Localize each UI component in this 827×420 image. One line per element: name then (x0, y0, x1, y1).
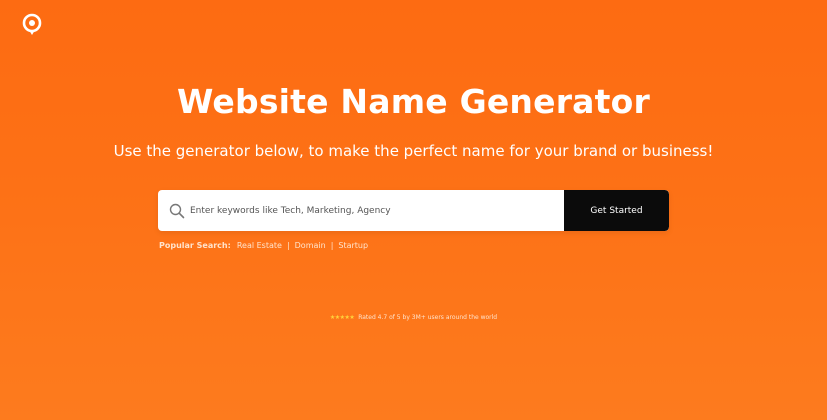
page-title: Website Name Generator (177, 82, 650, 121)
popular-searches: Popular Search: Real Estate | Domain | S… (159, 241, 368, 250)
search-bar: Get Started (158, 190, 669, 231)
search-input[interactable] (190, 205, 550, 216)
rating-text: Rated 4.7 of 5 by 3M+ users around the w… (358, 314, 498, 321)
search-icon (169, 203, 185, 219)
search-field[interactable] (158, 190, 564, 231)
rating-stars-icon: ★★★★★ (329, 314, 355, 321)
get-started-button[interactable]: Get Started (564, 190, 669, 231)
popular-link-startup[interactable]: Startup (338, 241, 368, 250)
rating-line: ★★★★★ Rated 4.7 of 5 by 3M+ users around… (0, 314, 827, 321)
separator: | (286, 241, 290, 250)
popular-search-label: Popular Search: (159, 241, 231, 250)
popular-link-real-estate[interactable]: Real Estate (237, 241, 282, 250)
page-subtitle: Use the generator below, to make the per… (113, 142, 714, 160)
logo-icon[interactable] (20, 12, 44, 36)
separator: | (330, 241, 334, 250)
popular-link-domain[interactable]: Domain (295, 241, 326, 250)
